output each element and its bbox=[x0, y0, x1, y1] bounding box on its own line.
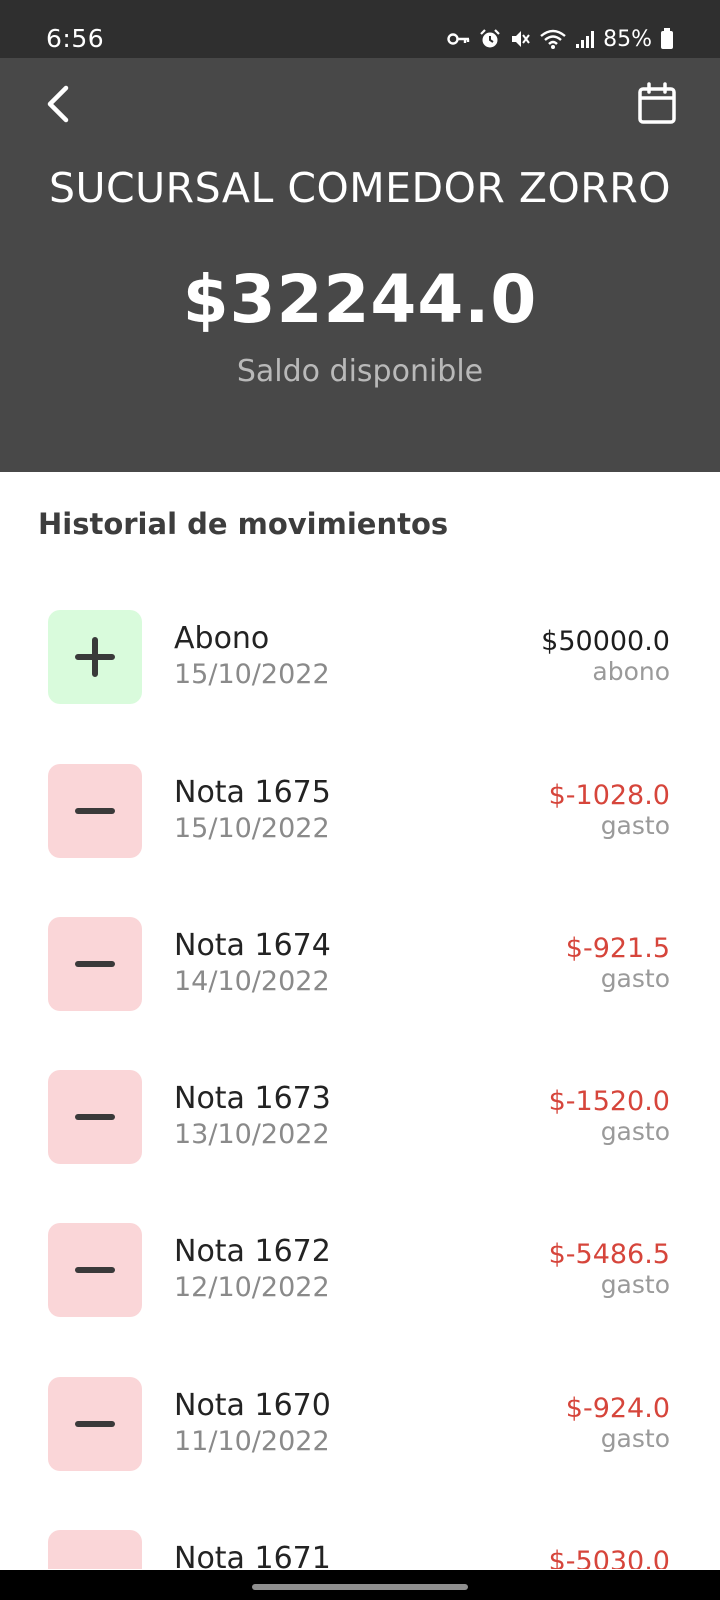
account-header: SUCURSAL COMEDOR ZORRO $32244.0 Saldo di… bbox=[0, 58, 720, 472]
minus-icon bbox=[74, 1556, 116, 1569]
movement-title: Nota 1672 bbox=[174, 1234, 331, 1269]
movement-title: Nota 1671 bbox=[174, 1541, 331, 1569]
balance-amount: $32244.0 bbox=[182, 261, 538, 338]
debit-tile bbox=[48, 917, 142, 1011]
movement-row[interactable]: Nota 1675 15/10/2022 $-1028.0 gasto bbox=[0, 763, 720, 859]
movement-row[interactable]: Nota 1670 11/10/2022 $-924.0 gasto bbox=[0, 1376, 720, 1472]
navigation-bar bbox=[0, 1570, 720, 1600]
credit-tile bbox=[48, 610, 142, 704]
wifi-icon bbox=[540, 29, 566, 49]
minus-icon bbox=[75, 961, 115, 967]
branch-title: SUCURSAL COMEDOR ZORRO bbox=[48, 164, 672, 212]
minus-icon bbox=[75, 808, 115, 814]
movement-type: gasto bbox=[600, 811, 670, 840]
battery-percent: 85% bbox=[603, 26, 652, 52]
movement-amount: $-5030.0 bbox=[548, 1546, 670, 1569]
movement-type: gasto bbox=[600, 1270, 670, 1299]
mute-icon bbox=[512, 31, 530, 47]
movement-row[interactable]: Nota 1671 $-5030.0 bbox=[0, 1529, 720, 1569]
movement-amount: $-5486.5 bbox=[548, 1239, 670, 1270]
movement-date: 15/10/2022 bbox=[174, 813, 330, 844]
movement-type: gasto bbox=[600, 1117, 670, 1146]
status-bar: 6:56 85% bbox=[0, 0, 720, 58]
movement-date: 15/10/2022 bbox=[174, 659, 330, 690]
calendar-icon bbox=[638, 82, 676, 124]
movement-date: 13/10/2022 bbox=[174, 1119, 330, 1150]
debit-tile bbox=[48, 1223, 142, 1317]
alarm-icon bbox=[480, 29, 500, 48]
signal-icon bbox=[576, 31, 595, 48]
movement-row[interactable]: Nota 1673 13/10/2022 $-1520.0 gasto bbox=[0, 1069, 720, 1165]
minus-icon bbox=[75, 1267, 115, 1273]
movement-amount: $50000.0 bbox=[541, 626, 670, 657]
movement-amount: $-1028.0 bbox=[548, 780, 670, 811]
movement-type: abono bbox=[592, 657, 670, 686]
debit-tile bbox=[48, 1530, 142, 1569]
movement-row[interactable]: Nota 1672 12/10/2022 $-5486.5 gasto bbox=[0, 1222, 720, 1318]
movement-title: Nota 1675 bbox=[174, 775, 331, 810]
movement-row[interactable]: Abono 15/10/2022 $50000.0 abono bbox=[0, 609, 720, 705]
movement-amount: $-924.0 bbox=[565, 1393, 670, 1424]
movement-row[interactable]: Nota 1674 14/10/2022 $-921.5 gasto bbox=[0, 916, 720, 1012]
movement-type: gasto bbox=[600, 964, 670, 993]
calendar-button[interactable] bbox=[634, 80, 680, 128]
movement-title: Nota 1674 bbox=[174, 928, 331, 963]
debit-tile bbox=[48, 764, 142, 858]
movement-date: 11/10/2022 bbox=[174, 1426, 330, 1457]
movement-amount: $-1520.0 bbox=[548, 1086, 670, 1117]
movements-list[interactable]: Abono 15/10/2022 $50000.0 abono Nota 167… bbox=[0, 609, 720, 1569]
movement-date: 12/10/2022 bbox=[174, 1272, 330, 1303]
debit-tile bbox=[48, 1070, 142, 1164]
chevron-left-icon bbox=[47, 85, 69, 123]
battery-icon bbox=[661, 28, 673, 49]
movement-title: Nota 1670 bbox=[174, 1388, 331, 1423]
status-icons: 85% bbox=[447, 24, 674, 54]
status-time: 6:56 bbox=[46, 24, 105, 53]
home-gesture-handle[interactable] bbox=[252, 1584, 468, 1590]
balance-label: Saldo disponible bbox=[236, 354, 484, 389]
movement-title: Nota 1673 bbox=[174, 1081, 331, 1116]
minus-icon bbox=[75, 1421, 115, 1427]
minus-icon bbox=[75, 1114, 115, 1120]
plus-icon bbox=[75, 637, 115, 677]
movement-date: 14/10/2022 bbox=[174, 966, 330, 997]
movement-title: Abono bbox=[174, 621, 270, 656]
movement-amount: $-921.5 bbox=[565, 933, 670, 964]
debit-tile bbox=[48, 1377, 142, 1471]
back-button[interactable] bbox=[36, 80, 80, 128]
history-title: Historial de movimientos bbox=[38, 507, 449, 541]
key-icon bbox=[447, 33, 470, 45]
movement-type: gasto bbox=[600, 1424, 670, 1453]
